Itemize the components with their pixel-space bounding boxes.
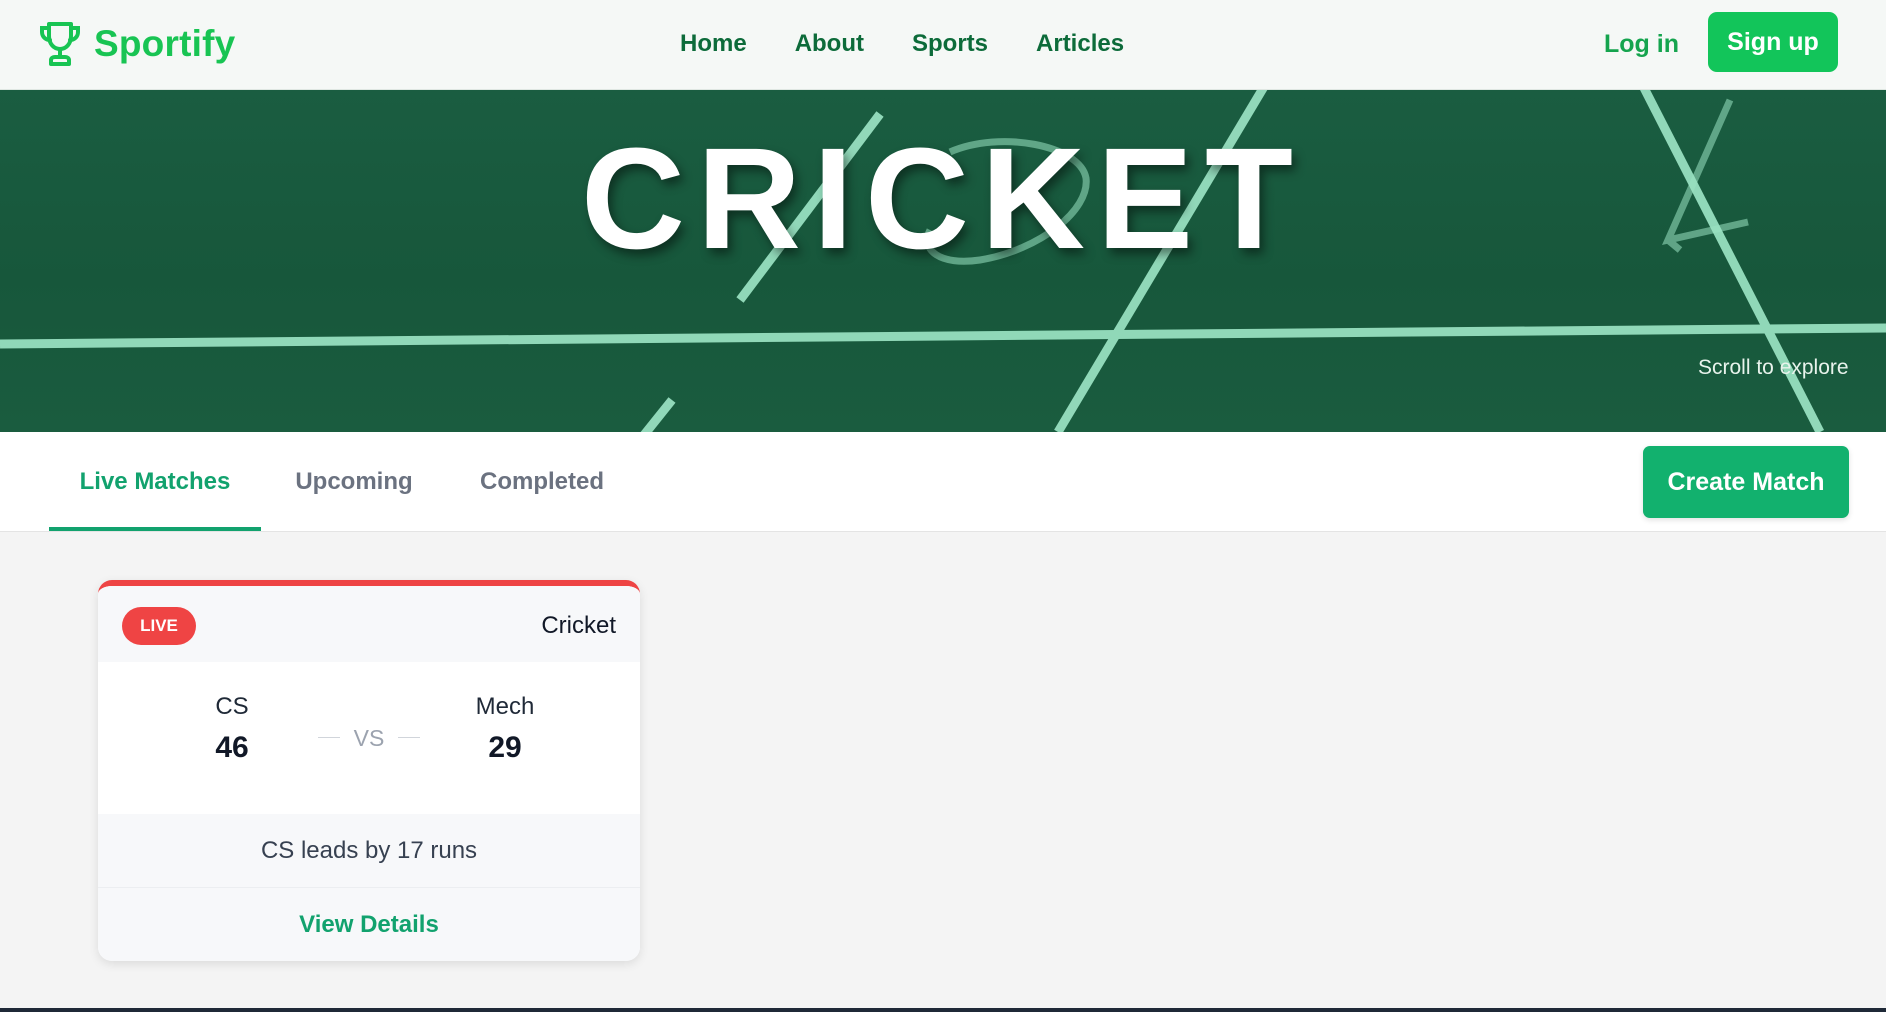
top-navbar: Sportify Home About Sports Articles Log … bbox=[0, 0, 1886, 90]
team-b-name: Mech bbox=[475, 693, 535, 720]
nav-link-home[interactable]: Home bbox=[680, 30, 747, 58]
match-card: LIVE Cricket CS 46 VS Mech 29 CS leads b… bbox=[98, 580, 640, 961]
live-badge: LIVE bbox=[122, 607, 196, 645]
match-teams: CS 46 VS Mech 29 bbox=[98, 662, 640, 814]
team-b: Mech 29 bbox=[425, 690, 585, 772]
active-tab-indicator bbox=[49, 527, 261, 531]
sport-label: Cricket bbox=[541, 612, 616, 639]
nav-link-about[interactable]: About bbox=[795, 30, 864, 58]
create-match-button[interactable]: Create Match bbox=[1643, 446, 1849, 518]
vs-label: VS bbox=[353, 725, 385, 751]
view-details-link[interactable]: View Details bbox=[98, 888, 640, 961]
nav-links: Home About Sports Articles bbox=[680, 22, 1124, 66]
team-b-score: 29 bbox=[488, 731, 522, 764]
team-a-score: 46 bbox=[215, 731, 249, 764]
tab-upcoming[interactable]: Upcoming bbox=[280, 432, 428, 532]
nav-link-articles[interactable]: Articles bbox=[1036, 30, 1124, 58]
brand-logo[interactable]: Sportify bbox=[38, 16, 235, 72]
match-status: CS leads by 17 runs bbox=[98, 814, 640, 888]
match-card-header: LIVE Cricket bbox=[98, 586, 640, 662]
login-link[interactable]: Log in bbox=[1604, 22, 1679, 66]
vs-separator: VS bbox=[318, 718, 420, 758]
tab-completed[interactable]: Completed bbox=[466, 432, 618, 532]
hero-title: CRICKET bbox=[581, 118, 1305, 279]
team-a: CS 46 bbox=[152, 690, 312, 772]
nav-link-sports[interactable]: Sports bbox=[912, 30, 988, 58]
vs-divider-right bbox=[398, 737, 420, 738]
scroll-hint: Scroll to explore bbox=[1698, 356, 1849, 379]
page-bottom-border bbox=[0, 1008, 1886, 1012]
trophy-icon bbox=[40, 22, 80, 66]
page: Sportify Home About Sports Articles Log … bbox=[0, 0, 1886, 1012]
signup-button[interactable]: Sign up bbox=[1708, 12, 1838, 72]
brand-name: Sportify bbox=[94, 23, 236, 64]
hero-banner: CRICKET Scroll to explore bbox=[0, 90, 1886, 432]
match-tabs: Live Matches Upcoming Completed bbox=[0, 432, 1886, 532]
tab-live-matches[interactable]: Live Matches bbox=[49, 432, 261, 532]
team-a-name: CS bbox=[215, 693, 249, 720]
